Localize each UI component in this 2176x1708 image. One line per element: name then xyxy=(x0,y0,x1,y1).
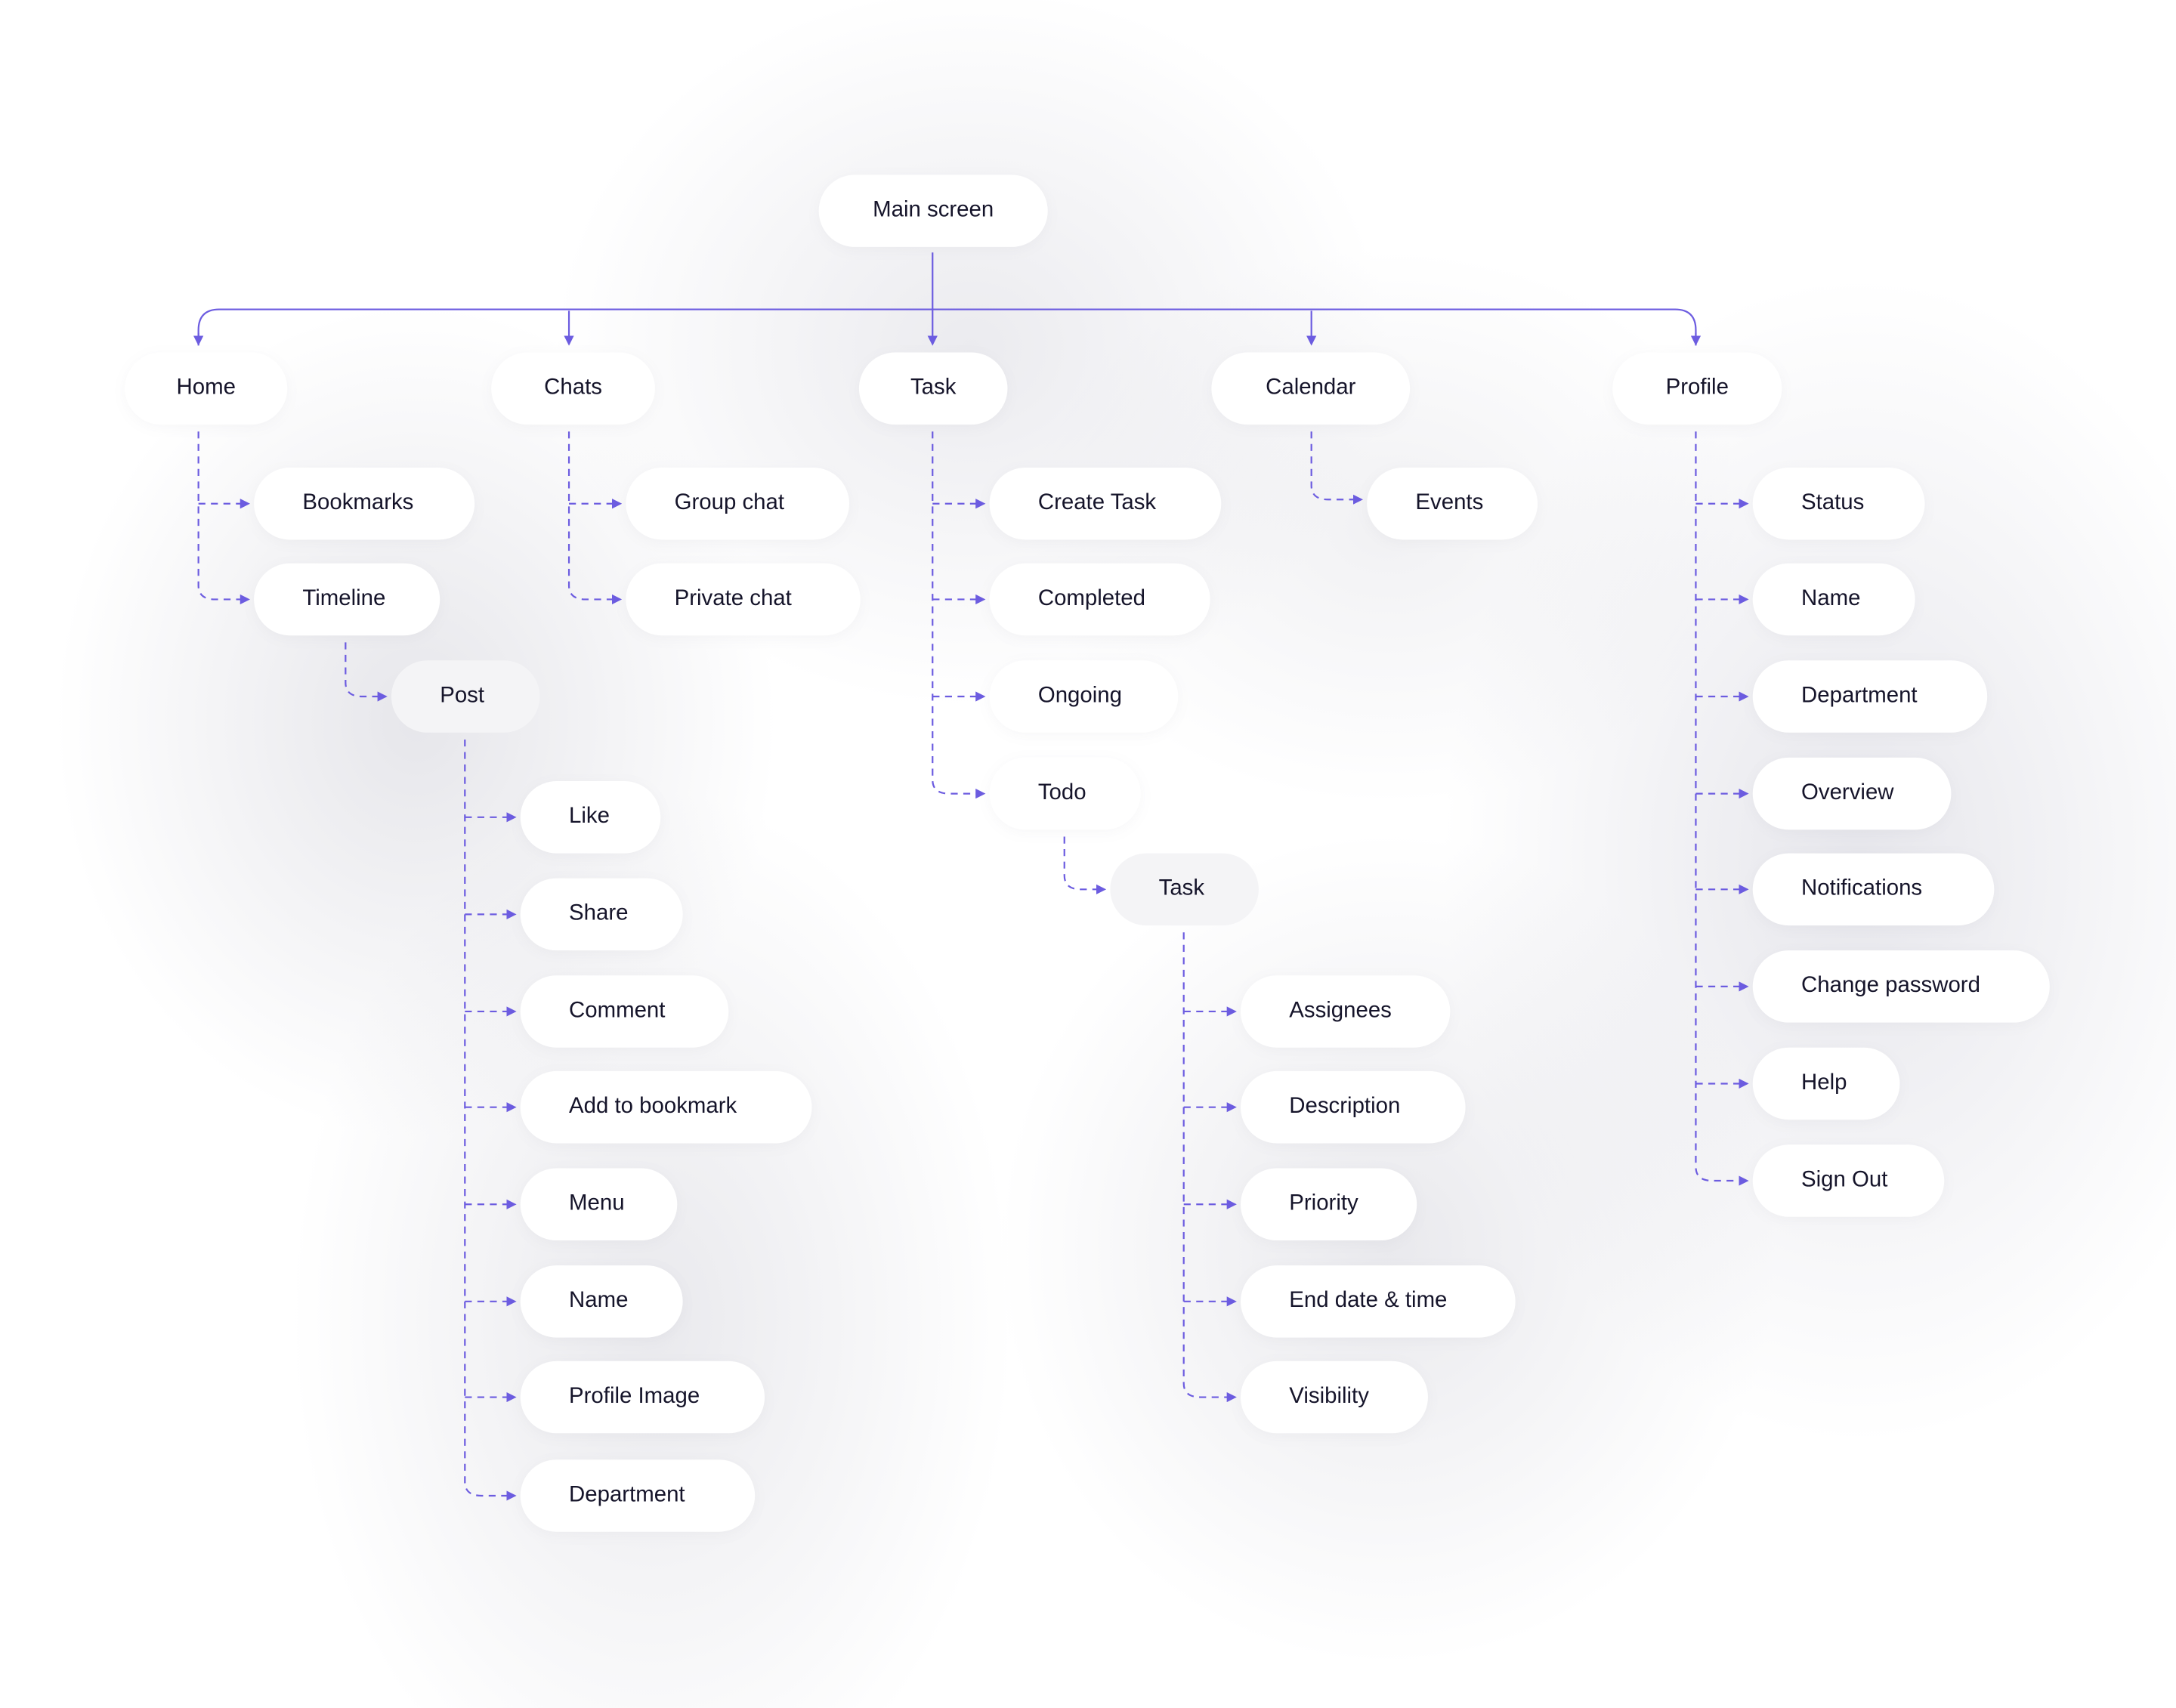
node-sign-out: Sign Out xyxy=(1752,1144,1945,1217)
node-home: Home xyxy=(125,352,288,425)
dashed-connector xyxy=(464,739,517,1501)
node-notifications: Notifications xyxy=(1752,853,1995,926)
node-visibility: Visibility xyxy=(1241,1361,1428,1434)
node-calendar: Calendar xyxy=(1211,352,1411,425)
node-main-screen: Main screen xyxy=(818,175,1048,247)
node-bookmarks: Bookmarks xyxy=(254,467,475,540)
node-completed: Completed xyxy=(989,563,1210,636)
node-add-to-bookmark: Add to bookmark xyxy=(520,1070,812,1144)
sitemap-diagram: Main screen Home Chats Task Calendar Profile B… xyxy=(0,0,2176,1708)
node-group-chat: Group chat xyxy=(626,467,850,540)
node-status: Status xyxy=(1752,467,1925,540)
bus-line xyxy=(197,308,1697,346)
node-private-chat: Private chat xyxy=(626,563,861,636)
node-end-date-time: End date & time xyxy=(1241,1265,1516,1338)
dashed-connector xyxy=(1063,836,1107,894)
node-events: Events xyxy=(1367,467,1538,540)
dashed-connector xyxy=(932,431,986,799)
node-overview: Overview xyxy=(1752,757,1952,830)
node-department: Department xyxy=(1752,660,1988,733)
node-profile: Profile xyxy=(1612,352,1782,425)
node-description: Description xyxy=(1241,1070,1466,1144)
node-change-password: Change password xyxy=(1752,950,2050,1023)
node-department: Department xyxy=(520,1459,756,1532)
dashed-connector xyxy=(1310,431,1364,505)
dashed-connector xyxy=(1695,431,1749,1186)
node-profile-image: Profile Image xyxy=(520,1361,765,1434)
node-share: Share xyxy=(520,878,683,951)
dashed-connector xyxy=(567,431,623,605)
node-like: Like xyxy=(520,781,661,854)
dashed-connector xyxy=(345,642,388,702)
node-task: Task xyxy=(858,352,1008,425)
node-help: Help xyxy=(1752,1047,1900,1120)
node-create-task: Create Task xyxy=(989,467,1222,540)
node-chats: Chats xyxy=(491,352,655,425)
node-name: Name xyxy=(520,1265,683,1338)
node-comment: Comment xyxy=(520,975,729,1048)
node-name: Name xyxy=(1752,563,1915,636)
node-task: Task xyxy=(1110,853,1259,926)
node-timeline: Timeline xyxy=(254,563,440,636)
node-assignees: Assignees xyxy=(1241,975,1451,1048)
node-post: Post xyxy=(391,660,540,733)
node-todo: Todo xyxy=(989,757,1141,830)
dashed-connector xyxy=(197,431,250,605)
node-menu: Menu xyxy=(520,1168,678,1241)
node-priority: Priority xyxy=(1241,1168,1417,1241)
dashed-connector xyxy=(1182,932,1237,1403)
node-ongoing: Ongoing xyxy=(989,660,1179,733)
